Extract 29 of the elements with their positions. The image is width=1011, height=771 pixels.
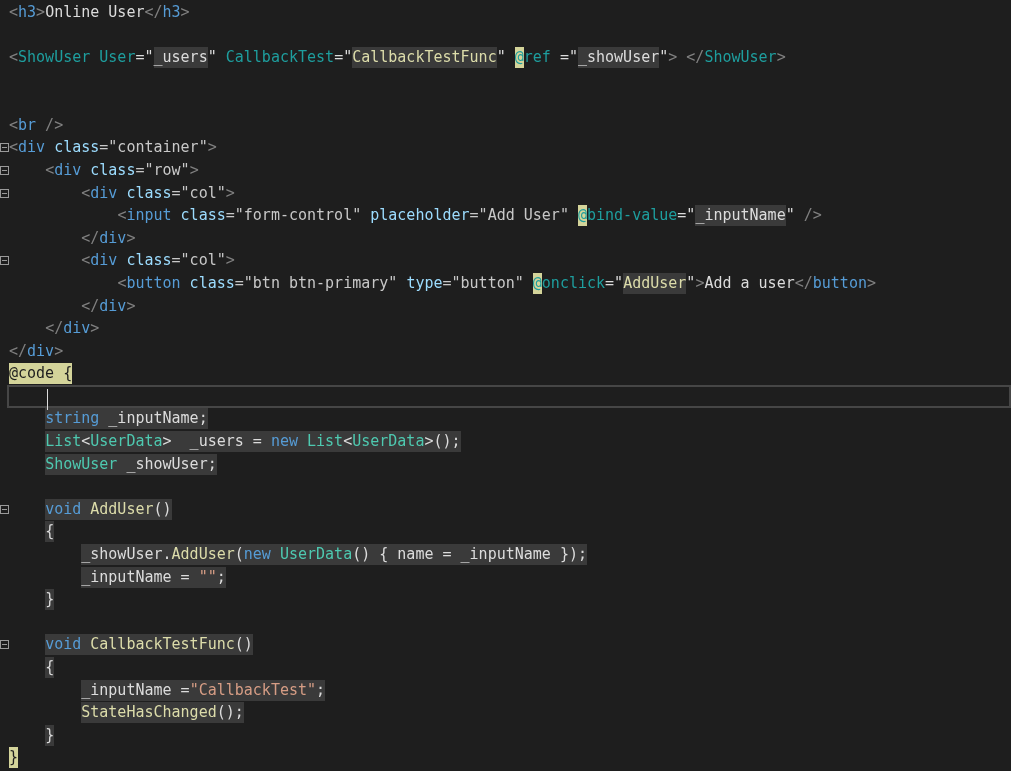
code-line: </div> bbox=[80, 295, 136, 317]
code-line: <div class="col"> bbox=[80, 250, 235, 272]
code-line: <input class="form-control" placeholder="Add User" @bind-value="_inputName" /> bbox=[116, 204, 822, 227]
code-line: StateHasChanged(); bbox=[80, 701, 244, 724]
code-line: <div class="container"> bbox=[9, 137, 217, 159]
code-line: _inputName ="CallbackTest"; bbox=[80, 678, 326, 702]
collapse-icon[interactable] bbox=[0, 143, 9, 153]
collapse-icon[interactable] bbox=[0, 188, 9, 198]
code-line: @code { bbox=[9, 362, 73, 386]
code-line: </div> bbox=[44, 318, 100, 340]
collapse-icon[interactable] bbox=[0, 504, 9, 514]
code-line: void CallbackTestFunc() bbox=[44, 633, 253, 657]
code-line: <h3>Online User</h3> bbox=[9, 1, 190, 23]
collapse-icon[interactable] bbox=[0, 165, 9, 175]
code-line: void AddUser() bbox=[44, 498, 172, 521]
code-line: _showUser.AddUser(new UserData() { name = _inputName }); bbox=[80, 543, 587, 566]
code-line: </div> bbox=[9, 340, 64, 362]
collapse-icon[interactable] bbox=[0, 640, 9, 650]
code-line: List<UserData> _users = new List<UserData>(); bbox=[44, 430, 461, 453]
code-line: _inputName = ""; bbox=[80, 565, 226, 589]
code-line: ShowUser _showUser; bbox=[44, 452, 217, 476]
code-line: { bbox=[9, 656, 55, 679]
text-caret bbox=[47, 389, 48, 411]
code-line: <div class="col"> bbox=[80, 182, 235, 204]
collapse-icon[interactable] bbox=[0, 256, 9, 266]
code-line: </div> bbox=[80, 227, 136, 249]
code-line: <br /> bbox=[9, 114, 64, 136]
code-line: <div class="row"> bbox=[44, 159, 199, 181]
code-line: string _inputName; bbox=[44, 407, 208, 431]
